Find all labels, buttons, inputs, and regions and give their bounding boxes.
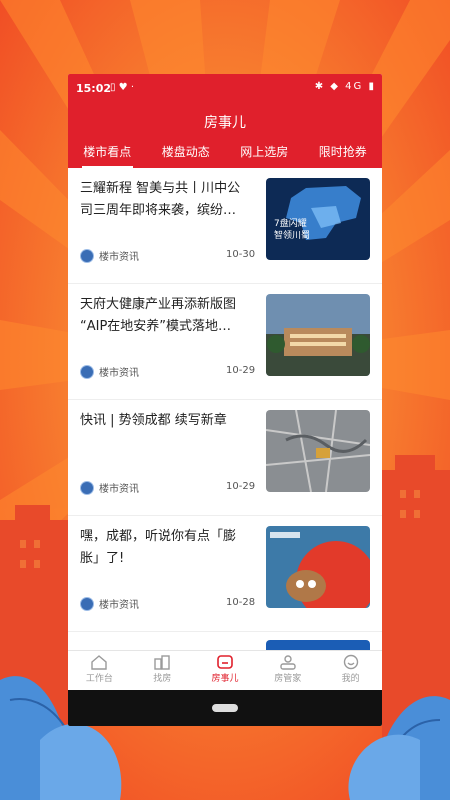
nav-label: 房管家 (274, 674, 302, 684)
article-title: 嘿，成都，听说你有点「膨胀」了! (80, 529, 237, 566)
source-logo-icon (80, 248, 94, 263)
list-item[interactable]: 嘿，成都，听说你有点「膨胀」了! 楼市资讯 10-28 (68, 516, 382, 632)
notification-icons: ▯ ♥ · (110, 82, 135, 93)
article-thumbnail (266, 410, 370, 492)
source-label: 楼市资讯 (99, 600, 139, 611)
system-icons: ✱ ◆ 4G ▮ (315, 81, 376, 92)
system-navigation-bar (68, 690, 382, 726)
tab-limited-coupons[interactable]: 限时抢券 (304, 142, 383, 168)
nav-house-news[interactable]: 房事儿 (194, 651, 257, 691)
nav-label: 找房 (153, 674, 172, 684)
article-thumbnail (266, 640, 370, 650)
nav-label: 工作台 (85, 674, 113, 684)
article-title: 三耀新程 智美与共丨川中公司三周年即将来袭，缤纷… (80, 181, 241, 218)
source-label: 楼市资讯 (99, 252, 139, 263)
source-logo-icon (80, 596, 94, 611)
tab-bar: 楼市看点 楼盘动态 网上选房 限时抢券 (68, 142, 382, 168)
article-source: 楼市资讯 (80, 480, 139, 495)
source-label: 楼市资讯 (99, 368, 139, 379)
tab-market-highlights[interactable]: 楼市看点 (68, 142, 147, 168)
tab-online-selection[interactable]: 网上选房 (225, 142, 304, 168)
page-title: 房事儿 (68, 104, 382, 142)
article-date: 10-29 (226, 365, 256, 376)
article-thumbnail: 7盘闪耀 智领川蜀 (266, 178, 370, 260)
news-feed[interactable]: 三耀新程 智美与共丨川中公司三周年即将来袭，缤纷… 楼市资讯 10-30 7盘闪… (68, 168, 382, 650)
article-date: 10-28 (226, 597, 256, 608)
home-gesture-pill[interactable] (212, 704, 238, 712)
article-title: 天府大健康产业再添新版图 “AIP在地安养”模式落地… (80, 297, 237, 334)
nav-find-house[interactable]: 找房 (131, 651, 194, 691)
article-date: 10-29 (226, 481, 256, 492)
list-item[interactable]: 三耀新程 智美与共丨川中公司三周年即将来袭，缤纷… 楼市资讯 10-30 7盘闪… (68, 168, 382, 284)
article-title: 快讯 | 势领成都 续写新章 (80, 413, 227, 428)
nav-label: 房事儿 (211, 674, 239, 684)
user-card-icon (280, 655, 296, 670)
svg-text:智领川蜀: 智领川蜀 (274, 229, 310, 241)
article-source: 楼市资讯 (80, 248, 139, 263)
article-source: 楼市资讯 (80, 364, 139, 379)
svg-text:7盘闪耀: 7盘闪耀 (274, 217, 307, 229)
battery-icon: ▮ (368, 81, 376, 92)
nav-label: 我的 (341, 674, 360, 684)
status-time: 15:02 (76, 82, 112, 95)
nav-workbench[interactable]: 工作台 (68, 651, 131, 691)
bluetooth-icon: ✱ (314, 81, 326, 92)
home-icon (91, 655, 108, 670)
status-bar: 15:02 ▯ ♥ · ✱ ◆ 4G ▮ (68, 74, 382, 104)
article-date: 10-30 (226, 249, 256, 260)
article-thumbnail (266, 526, 370, 608)
source-label: 楼市资讯 (99, 484, 139, 495)
message-icon (217, 655, 233, 669)
nav-house-keeper[interactable]: 房管家 (256, 651, 319, 691)
wifi-icon: ◆ (330, 81, 340, 92)
list-item[interactable]: 天府大健康产业再添新版图 “AIP在地安养”模式落地… 楼市资讯 10-29 (68, 284, 382, 400)
signal-label: 4G (345, 81, 364, 92)
source-logo-icon (80, 480, 94, 495)
list-item[interactable]: 快讯 | 势领成都 续写新章 楼市资讯 10-29 (68, 400, 382, 516)
bottom-navigation: 工作台 找房 房事儿 房管家 我的 (68, 650, 382, 691)
article-thumbnail (266, 294, 370, 376)
source-logo-icon (80, 364, 94, 379)
phone-screen: 15:02 ▯ ♥ · ✱ ◆ 4G ▮ 房事儿 楼市看点 楼盘动态 网上选房 … (68, 74, 382, 726)
buildings-icon (154, 655, 170, 670)
article-source: 楼市资讯 (80, 596, 139, 611)
tab-project-news[interactable]: 楼盘动态 (147, 142, 226, 168)
nav-mine[interactable]: 我的 (319, 651, 382, 691)
list-item[interactable] (68, 632, 382, 650)
smile-icon (343, 654, 358, 670)
